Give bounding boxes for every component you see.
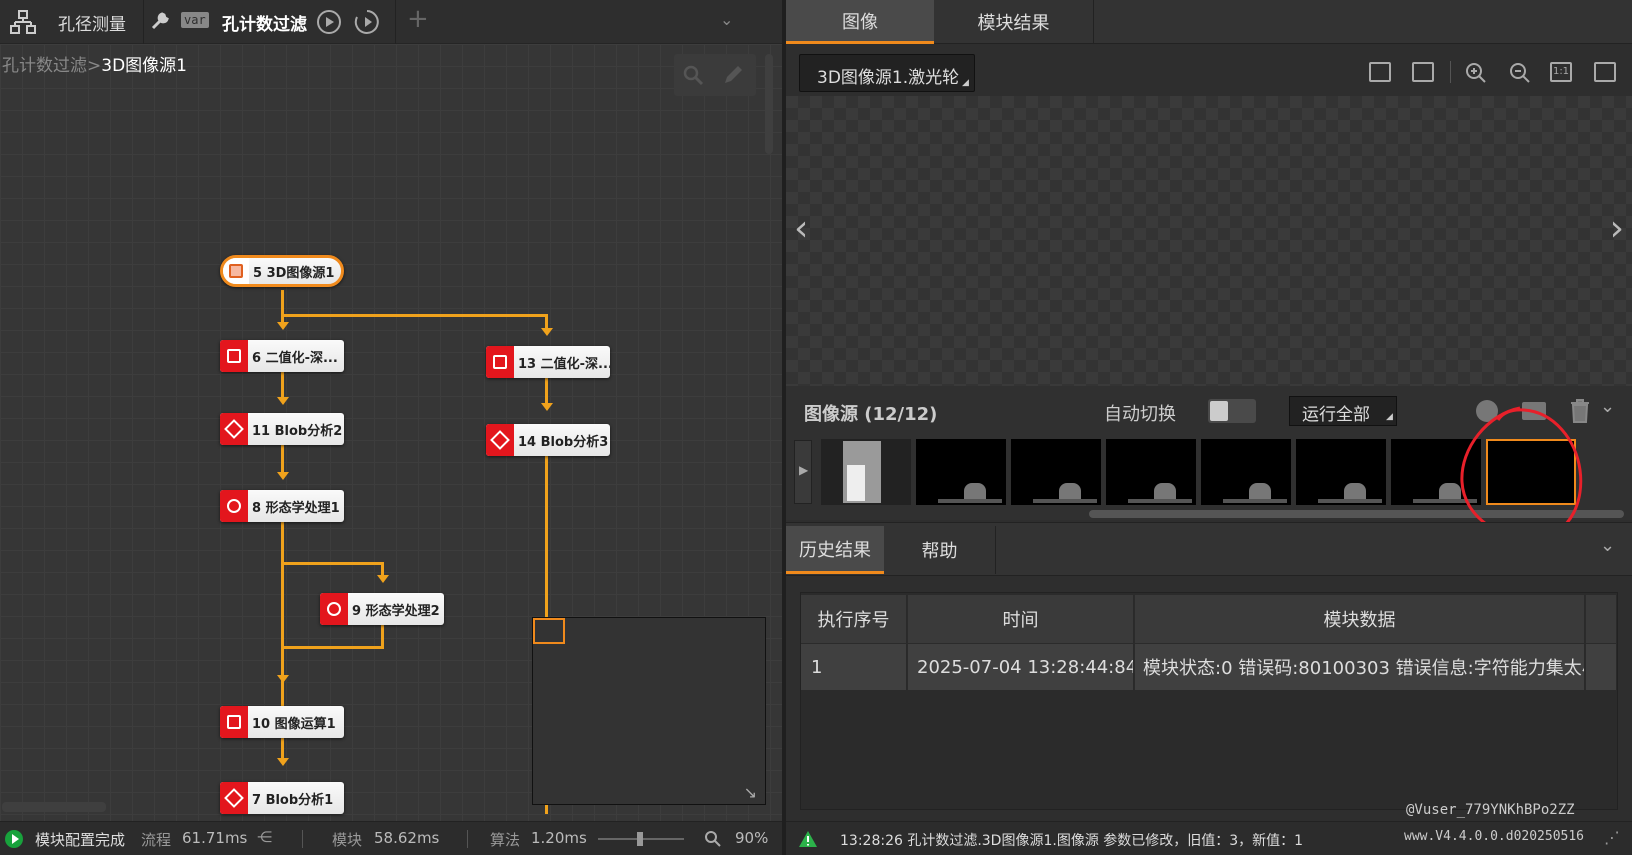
image-tab-bar: 图像 模块结果	[786, 0, 1632, 44]
thumbnail-3[interactable]	[1011, 439, 1101, 505]
watermark: @Vuser_779YNKhBPo2ZZ	[1406, 802, 1575, 818]
log-status-bar: 13:28:26 孔计数过滤.3D图像源1.图像源 参数已修改，旧值：3，新值：…	[786, 821, 1632, 855]
image-source-title: 图像源 (12/12)	[804, 404, 938, 425]
auto-switch-label: 自动切换	[1104, 404, 1176, 425]
module-node-morphology-1[interactable]: 8 形态学处理1	[220, 490, 344, 522]
table-header-data[interactable]: 模块数据	[1135, 595, 1585, 643]
warning-icon	[799, 831, 817, 847]
tab-help[interactable]: 帮助	[884, 526, 996, 574]
breadcrumb-current: 3D图像源1	[101, 56, 187, 76]
thumbnail-1[interactable]	[821, 439, 911, 505]
actual-size-icon[interactable]: 1:1	[1550, 62, 1572, 82]
module-label: 模块	[332, 831, 363, 849]
node-label: 7 Blob分析1	[252, 792, 334, 808]
zoom-level: 90%	[735, 829, 769, 847]
wrench-icon[interactable]	[150, 11, 170, 31]
module-node-blob-3[interactable]: 14 Blob分析3	[486, 424, 610, 456]
var-button[interactable]: var	[181, 12, 209, 28]
add-tab-icon[interactable]: +	[407, 4, 429, 34]
history-table: 执行序号 时间 模块数据 1 2025-07-04 13:28:44:843 模…	[800, 592, 1618, 810]
run-loop-icon[interactable]	[354, 9, 380, 35]
module-node-blob-2[interactable]: 11 Blob分析2	[220, 413, 344, 445]
corner-dropdown-icon: ◢	[1386, 412, 1393, 422]
table-cell-seq[interactable]: 1	[801, 644, 907, 690]
table-cell-data[interactable]: 模块状态:0 错误码:80100303 错误信息:字符能力集太小	[1135, 644, 1585, 690]
run-once-icon[interactable]	[316, 9, 342, 35]
grid-view-icon[interactable]	[1412, 62, 1434, 82]
hierarchy-icon[interactable]	[10, 10, 36, 34]
node-label: 10 图像运算1	[252, 716, 336, 732]
flow-status-bar: 模块配置完成 流程 61.71ms ⋲ 模块 58.62ms 算法 1.20ms…	[0, 821, 782, 855]
zoom-icon[interactable]	[704, 830, 722, 848]
tab-image[interactable]: 图像	[786, 0, 934, 44]
thumbnail-5[interactable]	[1201, 439, 1291, 505]
version-text: www.V4.4.0.0.d020250516	[1404, 829, 1585, 844]
module-node-morphology-2[interactable]: 9 形态学处理2	[320, 593, 444, 625]
node-label: 11 Blob分析2	[252, 423, 343, 439]
thumbnail-scroll-left[interactable]: ▶	[794, 440, 812, 504]
history-tab-bar: 历史结果 帮助 ⌄	[786, 522, 1632, 576]
minimap-viewport[interactable]	[533, 618, 565, 644]
thumbnail-6[interactable]	[1296, 439, 1386, 505]
status-log-text: 13:28:26 孔计数过滤.3D图像源1.图像源 参数已修改，旧值：3，新值：…	[840, 833, 1304, 849]
edit-icon[interactable]	[722, 64, 744, 86]
module-node-blob-1[interactable]: 7 Blob分析1	[220, 782, 344, 814]
image-source-select[interactable]: 3D图像源1.激光轮	[799, 54, 975, 92]
zoom-slider-thumb[interactable]	[637, 832, 643, 846]
vertical-scrollbar[interactable]	[765, 54, 773, 154]
algo-label: 算法	[490, 831, 521, 849]
collapse-icon[interactable]: ⌄	[1600, 535, 1615, 556]
minimap[interactable]: ↘	[532, 617, 766, 805]
thumbnail-2[interactable]	[916, 439, 1006, 505]
run-all-dropdown[interactable]: 运行全部	[1289, 396, 1397, 426]
table-cell-time[interactable]: 2025-07-04 13:28:44:843	[908, 644, 1134, 690]
collapse-icon[interactable]: ⌄	[1600, 396, 1615, 417]
flow-canvas[interactable]: 孔计数过滤>3D图像源1 5 3D图像源1 6 二值化-深... 13 二值化-…	[0, 44, 782, 821]
module-node-image-calc[interactable]: 10 图像运算1	[220, 706, 344, 738]
node-label: 6 二值化-深...	[252, 350, 338, 366]
status-text: 模块配置完成	[35, 831, 126, 849]
horizontal-scrollbar[interactable]	[2, 802, 106, 812]
node-label: 5 3D图像源1	[253, 265, 335, 281]
list-icon[interactable]: ⋲	[257, 828, 272, 846]
module-node-binarize-2[interactable]: 13 二值化-深...	[486, 346, 610, 378]
module-node-3d-image-source[interactable]: 5 3D图像源1	[220, 255, 344, 287]
resize-icon[interactable]: ↘	[744, 783, 757, 802]
node-label: 14 Blob分析3	[518, 434, 609, 450]
thumbnail-4[interactable]	[1106, 439, 1196, 505]
tab-module-result[interactable]: 模块结果	[934, 0, 1094, 44]
node-label: 13 二值化-深...	[518, 356, 610, 372]
node-label: 9 形态学处理2	[352, 603, 440, 619]
prev-image-icon[interactable]: ‹	[794, 208, 808, 249]
tab-history[interactable]: 历史结果	[786, 526, 884, 574]
search-icon[interactable]	[682, 64, 704, 86]
split-view-icon[interactable]	[1369, 62, 1391, 82]
flow-tab-bar: 孔径测量 var 孔计数过滤 + ⌄	[0, 0, 782, 44]
tab-hole-count-filter[interactable]: 孔计数过滤	[222, 10, 307, 35]
auto-switch-toggle[interactable]	[1208, 399, 1256, 423]
flow-label: 流程	[141, 831, 172, 849]
flow-time: 61.71ms	[182, 829, 248, 847]
image-toolbar: 3D图像源1.激光轮 ◢ 1:1	[786, 44, 1632, 96]
zoom-in-icon[interactable]	[1464, 61, 1488, 85]
module-time: 58.62ms	[374, 829, 440, 847]
run-status-icon	[5, 830, 23, 848]
chevron-down-icon[interactable]: ⌄	[720, 10, 733, 29]
fit-window-icon[interactable]	[1594, 62, 1616, 82]
breadcrumb-parent[interactable]: 孔计数过滤>	[2, 56, 101, 76]
algo-time: 1.20ms	[531, 829, 587, 847]
table-header-time[interactable]: 时间	[908, 595, 1134, 643]
next-image-icon[interactable]: ›	[1610, 208, 1624, 249]
corner-dropdown-icon: ◢	[962, 78, 969, 88]
zoom-out-icon[interactable]	[1508, 61, 1532, 85]
image-viewer[interactable]: ‹ ›	[786, 96, 1632, 386]
table-header-seq[interactable]: 执行序号	[801, 595, 907, 643]
grip-icon[interactable]: ⋰	[1604, 828, 1620, 847]
canvas-tools	[674, 54, 756, 96]
node-label: 8 形态学处理1	[252, 500, 340, 516]
tab-hole-measure[interactable]: 孔径测量	[58, 10, 126, 35]
breadcrumb: 孔计数过滤>3D图像源1	[2, 51, 187, 76]
module-node-binarize-1[interactable]: 6 二值化-深...	[220, 340, 344, 372]
